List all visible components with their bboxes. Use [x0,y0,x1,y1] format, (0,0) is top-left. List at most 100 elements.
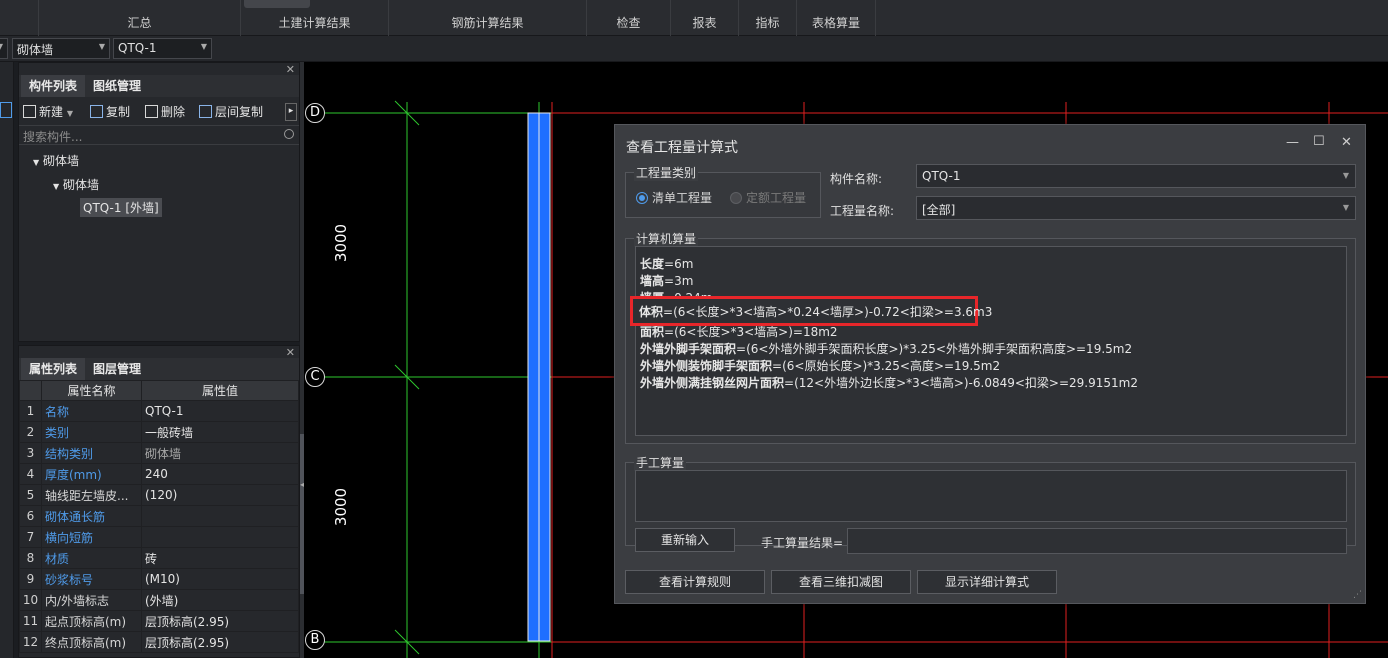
tab-component-list[interactable]: 构件列表 [21,75,86,97]
ribbon-group-civil-results[interactable]: 土建计算结果 [240,0,388,36]
delete-button[interactable]: 删除 [145,103,185,121]
tree-node-child[interactable]: ▼ 砌体墙 [53,176,99,193]
tab-drawing-management[interactable]: 图纸管理 [85,75,149,97]
property-value[interactable]: (M10) [141,568,299,590]
manual-calc-input[interactable] [635,470,1347,522]
property-value[interactable]: 240 [141,463,299,485]
table-row[interactable]: 6 砌体通长筋 [19,505,299,527]
dimension-label-top: 3000 [332,223,351,263]
row-number: 7 [19,526,42,548]
component-toolbar: 新建 ▼ 复制 删除 层间复制 ▸ [19,99,299,123]
property-name: 轴线距左墙皮... [41,484,142,506]
row-number: 9 [19,568,42,590]
quantity-formula-dialog: 查看工程量计算式 — ☐ ✕ 工程量类别 清单工程量 定额工程量 构件名称: Q… [614,124,1366,604]
property-name: 类别 [41,421,142,443]
volume-highlight-box: 体积=(6<长度>*3<墙高>*0.24<墙厚>)-0.72<扣梁>=3.6m3 [630,296,992,326]
tab-layer-management[interactable]: 图层管理 [85,358,149,380]
more-icon[interactable]: ▸ [285,103,297,121]
ribbon-bar: 汇总 土建计算结果 钢筋计算结果 检查 报表 指标 表格算量 [0,0,1388,36]
row-number: 6 [19,505,42,527]
chevron-down-icon: ▼ [1342,171,1349,180]
table-row[interactable]: 2 类别 一般砖墙 [19,421,299,443]
calc-line-deco-scaffold: 外墙外侧装饰脚手架面积=(6<原始长度>)*3.25<高度>=19.5m2 [640,359,1001,373]
show-detail-formula-button[interactable]: 显示详细计算式 [917,570,1057,594]
calc-formula-box[interactable]: 长度=6m 墙高=3m 墙厚=0.24m 面积=(6<长度>*3<墙高>)=18… [635,246,1347,436]
search-icon [284,129,294,139]
property-value[interactable]: 砖 [141,547,299,569]
quantity-name-select[interactable]: [全部] ▼ [916,196,1356,220]
copy-button[interactable]: 复制 [90,103,130,121]
radio-quota-quantity[interactable]: 定额工程量 [730,189,806,206]
caret-down-icon: ▼ [33,158,40,167]
property-value[interactable]: 砌体墙 [141,442,299,464]
table-row[interactable]: 11 起点顶标高(m) 层顶标高(2.95) [19,610,299,632]
manual-result-label: 手工算量结果= [761,536,844,550]
axis-label-c: C [305,367,325,387]
chevron-down-icon: ▼ [98,42,105,51]
ribbon-group-index[interactable]: 指标 [738,0,796,36]
ribbon-group-check[interactable]: 检查 [586,0,670,36]
quantity-name-label: 工程量名称: [830,204,895,218]
row-number: 10 [19,589,42,611]
property-value[interactable]: 层顶标高(2.95) [141,631,299,653]
dimension-label-bottom: 3000 [332,487,351,527]
table-row[interactable]: 10 内/外墙标志 (外墙) [19,589,299,611]
copy-icon [90,105,103,118]
new-button[interactable]: 新建 ▼ [23,103,73,121]
floor-select[interactable]: ▼ [0,38,8,59]
ribbon-group-summary[interactable]: 汇总 [38,0,240,36]
table-row[interactable]: 5 轴线距左墙皮... (120) [19,484,299,506]
tree-node-qtq1[interactable]: QTQ-1 [外墙] [80,198,162,217]
component-search-input[interactable]: 搜索构件... [19,125,299,145]
minimize-icon[interactable]: — [1286,135,1299,150]
row-number: 2 [19,421,42,443]
ribbon-group-table-calc[interactable]: 表格算量 [796,0,876,36]
table-row[interactable]: 12 终点顶标高(m) 层顶标高(2.95) [19,631,299,653]
property-value[interactable]: QTQ-1 [141,400,299,422]
ribbon-group-rebar-results[interactable]: 钢筋计算结果 [388,0,586,36]
component-panel-tabs: 构件列表 图纸管理 [19,75,299,97]
selector-row: ▼ 砌体墙 ▼ QTQ-1 ▼ [0,36,1388,62]
component-name-select[interactable]: QTQ-1 ▼ [113,38,212,59]
resize-grip-icon[interactable]: ⋰ [1353,590,1362,600]
reinput-button[interactable]: 重新输入 [635,528,735,552]
table-row[interactable]: 8 材质砖 [19,547,299,569]
column-header-value: 属性值 [141,380,299,401]
calc-line-length: 长度=6m [640,257,694,271]
radio-bill-quantity[interactable]: 清单工程量 [636,189,712,206]
row-number: 5 [19,484,42,506]
tree-node-root[interactable]: ▼ 砌体墙 [33,152,79,169]
table-row[interactable]: 1 名称 QTQ-1 [19,400,299,422]
component-list-panel: ✕ 构件列表 图纸管理 新建 ▼ 复制 删除 层间复制 ▸ 搜索构件... ▼ … [18,62,300,342]
property-value[interactable]: 层顶标高(2.95) [141,610,299,632]
property-value[interactable]: (外墙) [141,589,299,611]
table-row[interactable]: 7 横向短筋 [19,526,299,548]
view-rules-button[interactable]: 查看计算规则 [625,570,765,594]
component-name-select[interactable]: QTQ-1 ▼ [916,164,1356,188]
table-row[interactable]: 9 砂浆标号 (M10) [19,568,299,590]
list-icon[interactable] [0,102,12,118]
property-value[interactable] [141,526,299,548]
view-3d-deduction-button[interactable]: 查看三维扣减图 [771,570,911,594]
close-icon[interactable]: ✕ [1341,135,1352,150]
property-name: 砌体通长筋 [41,505,142,527]
chevron-down-icon: ▼ [0,42,3,51]
tab-property-list[interactable]: 属性列表 [21,358,86,380]
property-value[interactable]: 一般砖墙 [141,421,299,443]
row-number: 8 [19,547,42,569]
property-name: 终点顶标高(m) [41,631,142,653]
property-value[interactable]: (120) [141,484,299,506]
floor-copy-button[interactable]: 层间复制 [199,103,263,121]
table-row[interactable]: 3 结构类别 砌体墙 [19,442,299,464]
dialog-title: 查看工程量计算式 [626,140,738,156]
property-name: 起点顶标高(m) [41,610,142,632]
component-name-label: 构件名称: [830,172,883,186]
table-row[interactable]: 4 厚度(mm) 240 [19,463,299,485]
calc-line-volume: 体积=(6<长度>*3<墙高>*0.24<墙厚>)-0.72<扣梁>=3.6m3 [639,305,993,319]
manual-result-input[interactable] [847,528,1347,554]
maximize-icon[interactable]: ☐ [1313,134,1325,149]
component-type-select[interactable]: 砌体墙 ▼ [12,38,110,59]
property-value[interactable] [141,505,299,527]
property-name: 名称 [41,400,142,422]
ribbon-group-report[interactable]: 报表 [670,0,738,36]
